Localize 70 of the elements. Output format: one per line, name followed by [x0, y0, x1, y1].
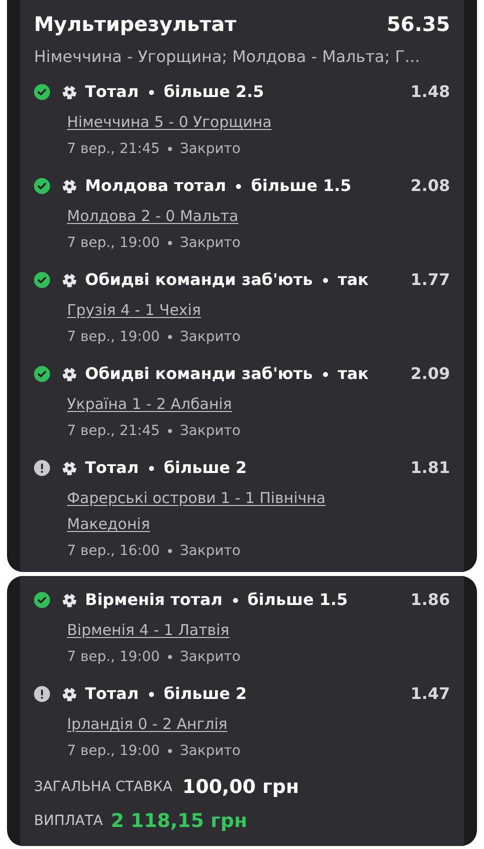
payout-label: ВИПЛАТА [34, 812, 103, 830]
bullet-separator [322, 372, 328, 376]
pick-label: більше 2.5 [164, 81, 264, 103]
bullet-separator [236, 184, 242, 188]
pick-label: більше 2 [164, 457, 247, 479]
match-link[interactable]: Україна 1 - 2 Албанія [67, 391, 370, 417]
match-date: 7 вер., 19:00 [67, 648, 160, 666]
match-date: 7 вер., 19:00 [67, 234, 160, 252]
market-name: Тотал [85, 683, 139, 705]
market-name: Обидві команди заб'ють [85, 269, 313, 291]
market-name: Вірменія тотал [85, 589, 222, 611]
market-name: Тотал [85, 457, 139, 479]
pick-label: так [338, 269, 369, 291]
odds-value: 1.77 [410, 269, 450, 291]
soccer-ball-icon [62, 686, 77, 702]
match-date: 7 вер., 21:45 [67, 140, 160, 158]
soccer-ball-icon [62, 84, 77, 100]
bullet-separator [168, 429, 172, 433]
stake-label: ЗАГАЛЬНА СТАВКА [34, 778, 172, 796]
pick-label: більше 2 [164, 683, 247, 705]
match-link[interactable]: Ірландія 0 - 2 Англія [67, 711, 370, 737]
pick-label: більше 1.5 [248, 589, 348, 611]
bullet-separator [168, 241, 172, 245]
match-status: Закрито [180, 234, 241, 252]
odds-value: 1.86 [410, 589, 450, 611]
soccer-ball-icon [62, 366, 77, 382]
bullet-separator [148, 692, 154, 696]
soccer-ball-icon [62, 460, 77, 476]
match-date: 7 вер., 16:00 [67, 542, 160, 560]
odds-value: 1.47 [410, 683, 450, 705]
match-link[interactable]: Вірменія 4 - 1 Латвія [67, 617, 370, 643]
pick-label: так [338, 363, 369, 385]
match-status: Закрито [180, 140, 241, 158]
bullet-separator [148, 90, 154, 94]
bullet-separator [168, 335, 172, 339]
soccer-ball-icon [62, 272, 77, 288]
match-status: Закрито [180, 422, 241, 440]
match-status: Закрито [180, 328, 241, 346]
match-status: Закрито [180, 648, 241, 666]
bullet-separator [168, 549, 172, 553]
bullet-separator [322, 278, 328, 282]
bet-title: Мультирезультат [34, 11, 236, 38]
match-link[interactable]: Німеччина 5 - 0 Угорщина [67, 109, 370, 135]
bullet-separator [168, 655, 172, 659]
events-summary: Німеччина - Угорщина; Молдова - Мальта; Г... [34, 46, 421, 68]
payout-amount: 2 118,15 грн [110, 808, 248, 834]
market-name: Молдова тотал [85, 175, 226, 197]
odds-value: 1.81 [410, 457, 450, 479]
market-name: Обидві команди заб'ють [85, 363, 313, 385]
odds-value: 1.48 [410, 81, 450, 103]
bullet-separator [168, 749, 172, 753]
bullet-separator [168, 147, 172, 151]
match-status: Закрито [180, 542, 241, 560]
match-date: 7 вер., 19:00 [67, 742, 160, 760]
soccer-ball-icon [62, 592, 77, 608]
stake-amount: 100,00 грн [182, 774, 299, 800]
match-status: Закрито [180, 742, 241, 760]
match-link[interactable]: Грузія 4 - 1 Чехія [67, 297, 370, 323]
odds-value: 2.09 [410, 363, 450, 385]
match-link[interactable]: Фарерські острови 1 - 1 Північна Македонія [67, 485, 370, 537]
match-date: 7 вер., 19:00 [67, 328, 160, 346]
bullet-separator [148, 466, 154, 470]
soccer-ball-icon [62, 178, 77, 194]
pick-label: більше 1.5 [251, 175, 352, 197]
match-date: 7 вер., 21:45 [67, 422, 160, 440]
bullet-separator [232, 598, 238, 602]
odds-value: 2.08 [410, 175, 450, 197]
total-odds: 56.35 [386, 11, 450, 38]
market-name: Тотал [85, 81, 139, 103]
match-link[interactable]: Молдова 2 - 0 Мальта [67, 203, 370, 229]
